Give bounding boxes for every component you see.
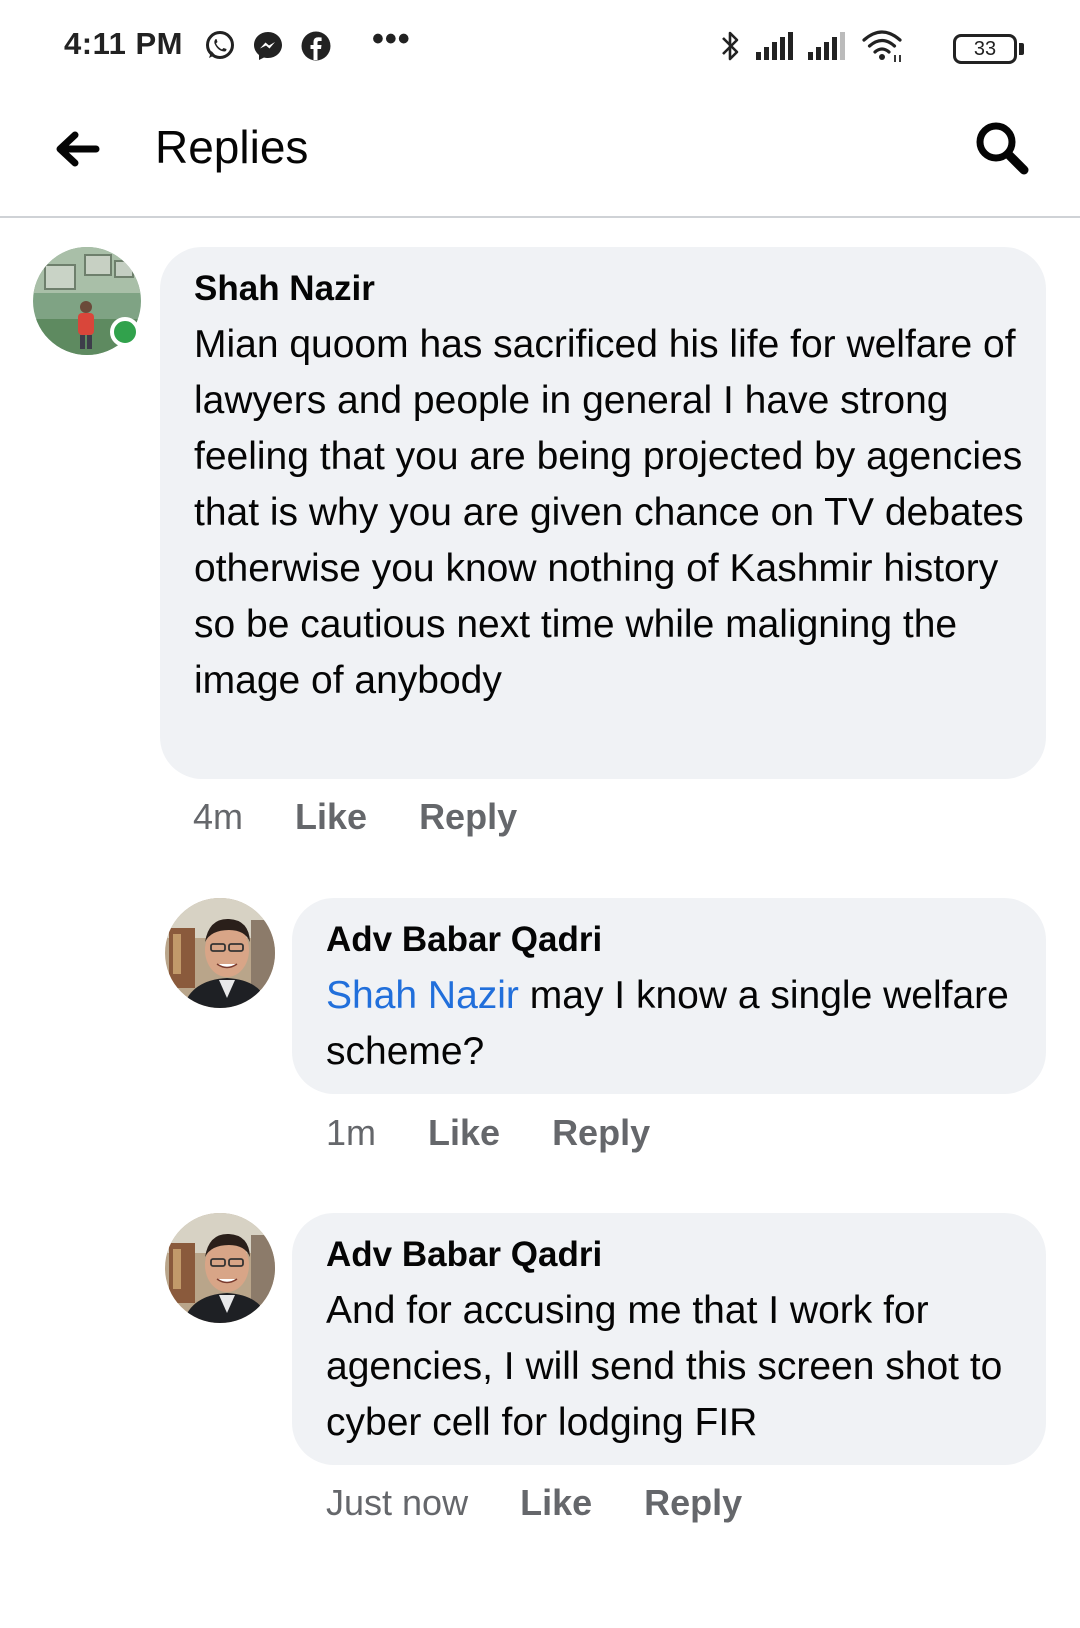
reply-button[interactable]: Reply: [644, 1482, 742, 1524]
comment-timestamp: Just now: [326, 1482, 469, 1523]
comment-author[interactable]: Adv Babar Qadri: [326, 1235, 602, 1275]
like-button[interactable]: Like: [295, 796, 367, 838]
avatar-image: [165, 1213, 275, 1323]
bluetooth-icon: [722, 31, 739, 61]
battery-icon: 33: [953, 34, 1017, 64]
facebook-icon: [301, 31, 331, 61]
page-title: Replies: [155, 121, 309, 173]
reply-button[interactable]: Reply: [419, 796, 517, 838]
signal-icon: [808, 32, 845, 60]
comment-author[interactable]: Adv Babar Qadri: [326, 920, 602, 960]
battery-cap: [1019, 43, 1024, 55]
comment-text: Mian quoom has sacrificed his life for w…: [194, 323, 1024, 702]
comment-timestamp: 1m: [326, 1112, 377, 1153]
reply-button[interactable]: Reply: [552, 1112, 650, 1154]
search-icon[interactable]: [972, 118, 1032, 178]
wifi-icon: [862, 30, 902, 62]
more-notifications-icon: •••: [372, 20, 411, 58]
like-button[interactable]: Like: [520, 1482, 592, 1524]
comment-actions: 4m Like Reply: [193, 796, 569, 838]
whatsapp-icon: [206, 31, 234, 59]
comment-bubble[interactable]: Shah Nazir Mian quoom has sacrificed his…: [160, 247, 1046, 779]
avatar[interactable]: [165, 1213, 275, 1323]
comment-timestamp: 4m: [193, 796, 244, 837]
comment-bubble[interactable]: Adv Babar Qadri And for accusing me that…: [292, 1213, 1046, 1465]
signal-icon: [756, 32, 793, 60]
comment-text: And for accusing me that I work for agen…: [326, 1289, 1003, 1444]
comment-actions: Just now Like Reply: [326, 1482, 794, 1524]
mention-link[interactable]: Shah Nazir: [326, 974, 519, 1017]
battery-level: 33: [973, 38, 997, 60]
comment-bubble[interactable]: Adv Babar Qadri Shah Nazir may I know a …: [292, 898, 1046, 1094]
app-header: Replies: [0, 96, 1080, 218]
comment-body: Shah Nazir may I know a single welfare s…: [326, 968, 1026, 1080]
avatar-image: [165, 898, 275, 1008]
avatar[interactable]: [165, 898, 275, 1008]
comment-author[interactable]: Shah Nazir: [194, 269, 375, 309]
like-button[interactable]: Like: [428, 1112, 500, 1154]
arrow-left-icon[interactable]: [52, 124, 102, 174]
online-status-dot: [110, 317, 140, 347]
status-time: 4:11 PM: [64, 26, 183, 61]
comment-actions: 1m Like Reply: [326, 1112, 702, 1154]
messenger-icon: [254, 32, 282, 60]
status-bar: 4:11 PM ••• 33: [0, 0, 1080, 96]
